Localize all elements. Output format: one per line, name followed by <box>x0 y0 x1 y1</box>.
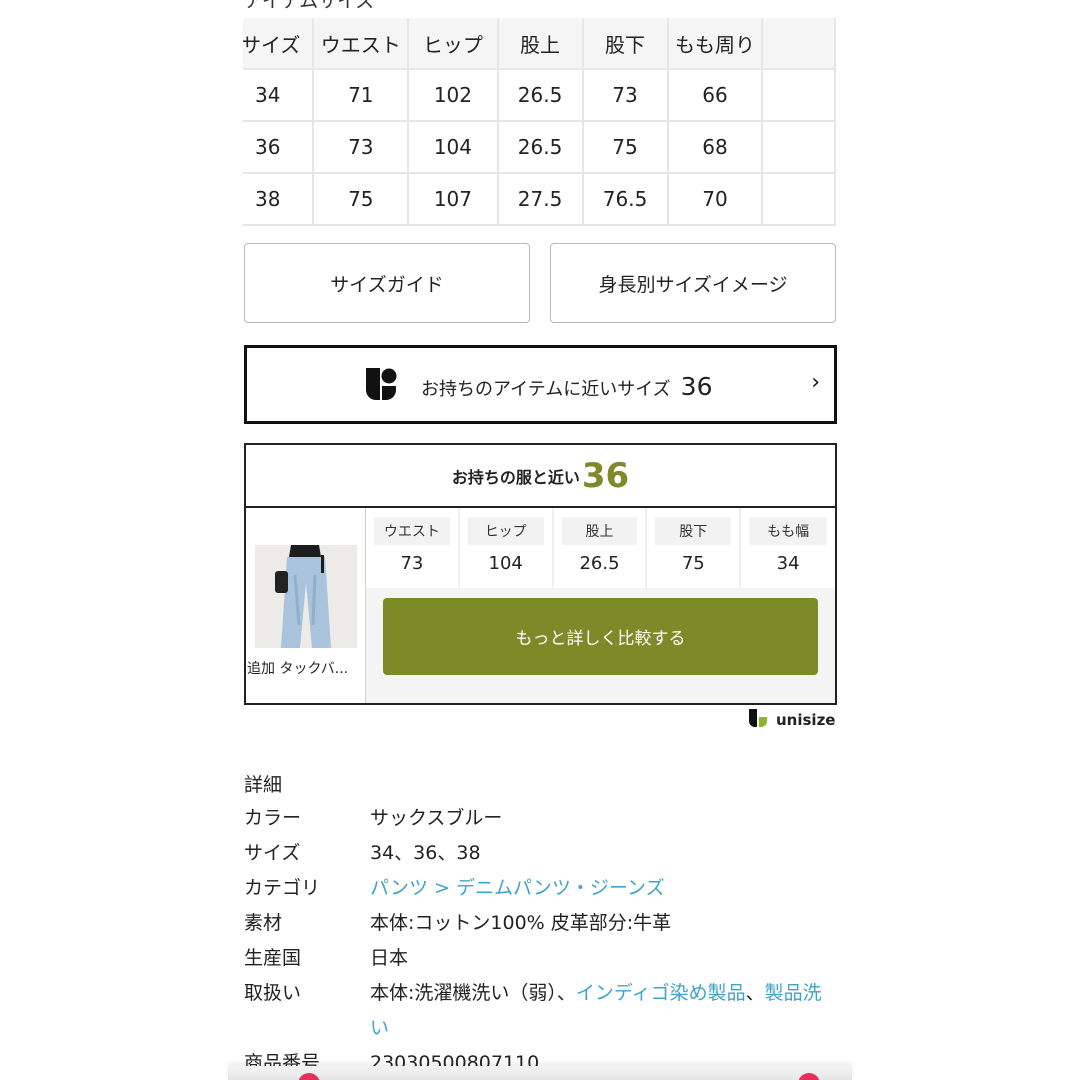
measurement-value: 34 <box>776 553 800 574</box>
size-cell: 107 <box>409 174 499 226</box>
size-guide-label: サイズガイド <box>330 273 444 296</box>
size-table-header: ヒップ <box>409 18 499 70</box>
size-cell-overflow <box>763 122 836 174</box>
measurement-cell: もも幅 34 <box>741 508 835 588</box>
detail-key: 取扱い <box>244 982 302 1004</box>
product-detail-page: アイテムサイズ サイズ ウエスト ヒップ 股上 股下 もも周り 34 71 10… <box>0 0 1080 1080</box>
size-cell: 76.5 <box>583 174 669 226</box>
unisize-credit[interactable]: unisize <box>748 708 835 732</box>
size-cell: 75 <box>314 174 410 226</box>
measurement-label: 股下 <box>655 517 732 545</box>
item-size-heading: アイテムサイズ <box>244 0 375 12</box>
details-title: 詳細 <box>244 774 283 796</box>
unisize-bar-size: 36 <box>680 372 713 401</box>
measurement-value: 104 <box>488 553 523 574</box>
unisize-recommend-bar[interactable]: お持ちのアイテムに近いサイズ 36 › <box>244 345 837 424</box>
compare-title: お持ちの服と近い 36 <box>246 445 835 508</box>
measurement-area: ウエスト 73 ヒップ 104 股上 26.5 股下 75 もも幅 34 もっと… <box>366 508 835 703</box>
care-text: 本体:洗濯機洗い（弱）、 <box>370 982 576 1004</box>
size-table: サイズ ウエスト ヒップ 股上 股下 もも周り 34 71 102 26.5 7… <box>243 18 836 226</box>
size-cell: 27.5 <box>498 174 584 226</box>
size-cell: 73 <box>583 70 669 122</box>
height-size-image-label: 身長別サイズイメージ <box>598 273 788 296</box>
measurement-grid: ウエスト 73 ヒップ 104 股上 26.5 股下 75 もも幅 34 <box>366 508 835 588</box>
compare-body: 追加 タックバ... ウエスト 73 ヒップ 104 股上 26.5 股下 75… <box>246 508 835 703</box>
size-cell-overflow <box>763 174 836 226</box>
size-cell: 26.5 <box>498 122 584 174</box>
detail-key: サイズ <box>244 842 301 864</box>
size-table-header: もも周り <box>668 18 764 70</box>
measurement-value: 26.5 <box>579 553 620 574</box>
detail-key: 生産国 <box>244 947 302 969</box>
compare-details-button[interactable]: もっと詳しく比較する <box>383 598 818 675</box>
chevron-right-icon: › <box>811 370 820 395</box>
size-cell: 104 <box>409 122 499 174</box>
detail-key: カテゴリ <box>244 877 321 899</box>
detail-value: 日本 <box>370 947 409 969</box>
product-thumbnail <box>255 545 357 648</box>
detail-value: 34、36、38 <box>370 842 481 864</box>
size-table-header: 股上 <box>498 18 584 70</box>
measurement-label: ヒップ <box>467 517 544 545</box>
category-link[interactable]: パンツ > デニムパンツ・ジーンズ <box>370 871 840 906</box>
size-table-header-row: サイズ ウエスト ヒップ 股上 股下 もも周り <box>243 18 836 70</box>
size-cell: 70 <box>668 174 764 226</box>
unisize-brand-name: unisize <box>776 711 836 729</box>
owned-item-card[interactable]: 追加 タックバ... <box>246 508 366 703</box>
size-compare-panel: お持ちの服と近い 36 追加 タックバ... ウエスト 73 ヒップ 104 股… <box>244 443 837 705</box>
size-cell: 66 <box>668 70 764 122</box>
size-cell: 34 <box>243 70 315 122</box>
measurement-label: もも幅 <box>749 517 827 545</box>
unisize-logo-icon <box>364 366 398 406</box>
size-cell: 75 <box>583 122 669 174</box>
compare-title-label: お持ちの服と近い <box>451 467 580 487</box>
indigo-dye-link[interactable]: インディゴ染め製品 <box>576 982 746 1004</box>
size-cell: 71 <box>314 70 410 122</box>
measurement-cell: 股上 26.5 <box>553 508 648 588</box>
measurement-label: ウエスト <box>374 517 450 545</box>
unisize-bar-label: お持ちのアイテムに近いサイズ <box>421 379 671 400</box>
size-guide-button[interactable]: サイズガイド <box>244 243 530 323</box>
size-table-row: 38 75 107 27.5 76.5 70 <box>243 174 836 226</box>
detail-key: 素材 <box>244 912 283 934</box>
measurement-cell: ウエスト 73 <box>366 508 460 588</box>
compare-title-size: 36 <box>581 455 630 496</box>
detail-key: カラー <box>244 807 302 829</box>
measurement-cell: ヒップ 104 <box>459 508 554 588</box>
size-table-header: サイズ <box>243 18 315 70</box>
detail-value-care: 本体:洗濯機洗い（弱）、インディゴ染め製品、製品洗い <box>370 976 840 1046</box>
measurement-value: 75 <box>681 553 705 574</box>
height-size-image-button[interactable]: 身長別サイズイメージ <box>550 243 836 323</box>
size-table-header: 股下 <box>583 18 669 70</box>
bottom-toolbar <box>228 1066 852 1080</box>
size-cell: 73 <box>314 122 410 174</box>
size-table-header: ウエスト <box>314 18 410 70</box>
unisize-brand-icon <box>748 708 776 732</box>
size-cell: 102 <box>409 70 499 122</box>
size-table-row: 36 73 104 26.5 75 68 <box>243 122 836 174</box>
size-table-container[interactable]: サイズ ウエスト ヒップ 股上 股下 もも周り 34 71 102 26.5 7… <box>243 18 836 226</box>
care-separator: 、 <box>745 982 765 1004</box>
measurement-cell: 股下 75 <box>647 508 742 588</box>
size-cell-overflow <box>763 70 836 122</box>
size-cell: 68 <box>668 122 764 174</box>
detail-value: サックスブルー <box>370 807 503 829</box>
detail-value: 本体:コットン100% 皮革部分:牛革 <box>370 912 672 934</box>
size-cell: 38 <box>243 174 315 226</box>
compare-details-label: もっと詳しく比較する <box>515 629 686 649</box>
unisize-bar-text: お持ちのアイテムに近いサイズ 36 <box>421 348 712 421</box>
size-table-row: 34 71 102 26.5 73 66 <box>243 70 836 122</box>
size-cell: 26.5 <box>498 70 584 122</box>
size-table-header-overflow <box>763 18 836 70</box>
measurement-label: 股上 <box>561 517 638 545</box>
size-cell: 36 <box>243 122 315 174</box>
product-name: 追加 タックバ... <box>247 661 349 677</box>
measurement-value: 73 <box>400 553 424 574</box>
